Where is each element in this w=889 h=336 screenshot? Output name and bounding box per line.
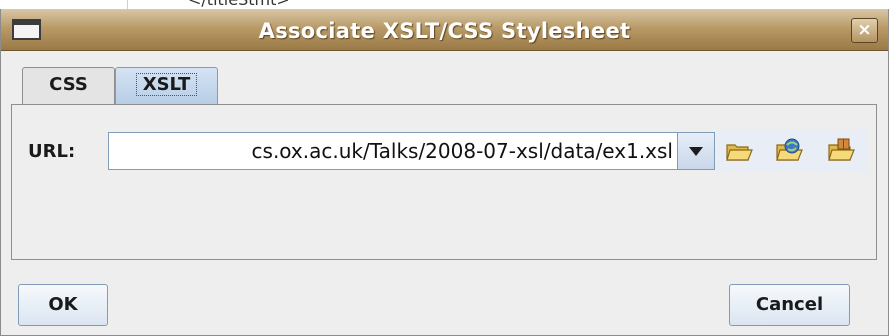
associate-stylesheet-dialog: Associate XSLT/CSS Stylesheet × CSS XSLT… xyxy=(0,9,889,336)
cancel-button[interactable]: Cancel xyxy=(729,284,850,326)
url-label: URL: xyxy=(28,141,76,162)
dialog-title: Associate XSLT/CSS Stylesheet xyxy=(258,19,631,43)
tab-css[interactable]: CSS xyxy=(22,67,115,105)
url-combo-input[interactable]: cs.ox.ac.uk/Talks/2008-07-xsl/data/ex1.x… xyxy=(108,132,678,170)
url-toolbar xyxy=(716,130,868,172)
editor-code-snippet: </titleStmt> xyxy=(188,0,290,9)
tab-xslt[interactable]: XSLT xyxy=(115,67,218,105)
url-dropdown-button[interactable] xyxy=(677,132,715,170)
folder-url-icon[interactable] xyxy=(774,136,804,166)
close-button[interactable]: × xyxy=(851,18,878,43)
folder-open-icon[interactable] xyxy=(724,136,754,166)
chevron-down-icon xyxy=(689,147,703,156)
title-bar[interactable]: Associate XSLT/CSS Stylesheet × xyxy=(1,9,888,51)
url-value: cs.ox.ac.uk/Talks/2008-07-xsl/data/ex1.x… xyxy=(251,139,673,163)
tab-content-panel xyxy=(11,104,877,260)
tab-xslt-label: XSLT xyxy=(135,73,198,96)
ok-button[interactable]: OK xyxy=(18,284,108,326)
folder-archive-icon[interactable] xyxy=(826,136,856,166)
